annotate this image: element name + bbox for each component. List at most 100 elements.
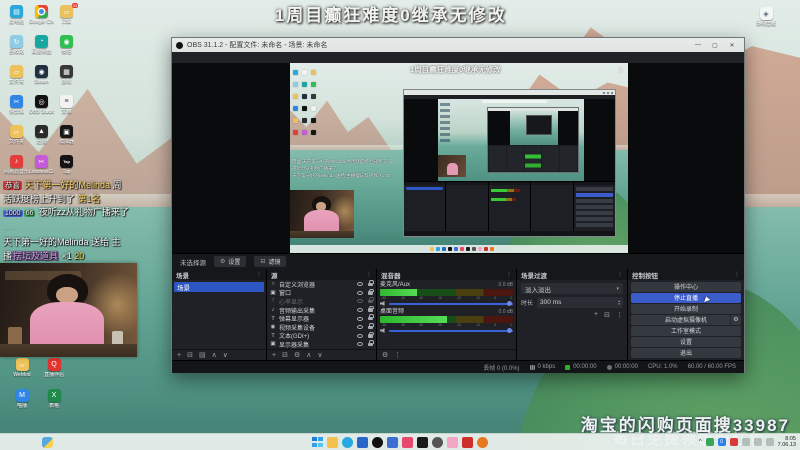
tray-volume-icon[interactable]: [753, 438, 762, 446]
add-transition-icon[interactable]: +: [594, 311, 598, 319]
desktop-icon[interactable]: ✂ 快剪辑: [4, 95, 29, 125]
maximize-button[interactable]: ▢: [707, 39, 723, 51]
desktop-icon-wallpaper-app[interactable]: ◈ 薄荷壁纸: [756, 7, 776, 27]
remove-source-icon[interactable]: ⊟: [282, 351, 288, 359]
desktop-icon[interactable]: ▣ 模拟器: [54, 125, 79, 155]
source-settings-button[interactable]: ⚙ 设置: [214, 256, 247, 267]
lock-icon[interactable]: [368, 323, 374, 330]
lock-icon[interactable]: [368, 306, 374, 312]
clock[interactable]: 8:05 7.06.13: [778, 436, 796, 448]
scene-list-item[interactable]: 场景: [174, 282, 264, 292]
remove-scene-icon[interactable]: ⊟: [187, 351, 193, 359]
taskbar-app-icon[interactable]: [462, 436, 473, 448]
slider-handle[interactable]: [506, 328, 512, 333]
lock-icon[interactable]: [368, 340, 374, 347]
lock-icon[interactable]: [368, 280, 374, 287]
mixer-menu-icon[interactable]: ⋮: [394, 351, 401, 359]
widgets-icon[interactable]: [42, 436, 53, 448]
obs-titlebar[interactable]: OBS 31.1.2 - 配置文件: 未命名 - 场景: 未命名 — ▢ ✕: [172, 38, 744, 52]
source-row[interactable]: ▣ 显示器采集: [267, 340, 376, 349]
taskbar-app-icon[interactable]: [357, 436, 368, 448]
desktop-icon[interactable]: ▱ 文件夹: [4, 65, 29, 95]
source-properties-icon[interactable]: ⚙: [294, 351, 300, 359]
control-button[interactable]: 启动虚拟摄像机 ⚙: [631, 314, 741, 325]
move-down-icon[interactable]: ∨: [223, 351, 228, 359]
duration-spinner[interactable]: 300 ms ▴ ▾: [537, 297, 623, 308]
dock-menu-icon[interactable]: ⋮: [617, 271, 623, 278]
slider-handle[interactable]: [506, 301, 512, 306]
visibility-eye-icon[interactable]: [357, 290, 363, 295]
desktop-icon[interactable]: ↻ 回收站: [4, 35, 29, 65]
taskbar-app-icon[interactable]: [372, 436, 383, 448]
visibility-eye-icon[interactable]: [357, 325, 363, 330]
dock-menu-icon[interactable]: ⋮: [506, 271, 512, 278]
tray-green-icon[interactable]: [705, 438, 714, 446]
control-button[interactable]: 设置 ⚙: [631, 336, 741, 347]
move-up-icon[interactable]: ∧: [306, 351, 311, 359]
move-down-icon[interactable]: ∨: [317, 351, 322, 359]
move-up-icon[interactable]: ∧: [212, 351, 217, 359]
speaker-icon[interactable]: [380, 328, 385, 333]
desktop-icon[interactable]: ▦ 游戏: [54, 65, 79, 95]
taskbar-app-icon[interactable]: [417, 436, 428, 448]
taskbar-app-icon[interactable]: [312, 436, 323, 448]
visibility-eye-icon[interactable]: [357, 342, 363, 347]
desktop-icon[interactable]: Google Chrome: [29, 5, 54, 35]
desktop-icon[interactable]: X 表格: [38, 389, 70, 420]
tray-battery-icon[interactable]: [765, 438, 774, 446]
visibility-eye-icon[interactable]: [357, 299, 363, 304]
volume-slider[interactable]: [380, 327, 513, 334]
visibility-eye-icon[interactable]: [357, 316, 363, 321]
taskbar-app-icon[interactable]: [387, 436, 398, 448]
tray-expand-icon[interactable]: ^: [699, 439, 702, 445]
desktop-icon[interactable]: ▱ 33 CS2: [54, 3, 79, 35]
control-button[interactable]: 工作室模式 ⚙: [631, 325, 741, 336]
tray-red-icon[interactable]: [729, 438, 738, 446]
control-button[interactable]: 操作中心 ⚙: [631, 282, 741, 292]
control-button[interactable]: 开始录制 ⚙: [631, 303, 741, 314]
spinner-arrows[interactable]: ▴ ▾: [618, 299, 620, 306]
source-row[interactable]: ◉ 视频采集设备: [267, 323, 376, 332]
lock-icon[interactable]: [368, 331, 374, 338]
source-row[interactable]: ▣ 窗口: [267, 288, 376, 297]
taskbar-app-icon[interactable]: [447, 436, 458, 448]
source-row[interactable]: T 心率显示: [267, 297, 376, 306]
visibility-eye-icon[interactable]: [357, 333, 363, 338]
taskbar-app-icon[interactable]: [402, 436, 413, 448]
dock-menu-icon[interactable]: ⋮: [734, 271, 740, 278]
desktop-icon[interactable]: ▲ 迅雷: [29, 125, 54, 155]
transition-menu-icon[interactable]: ⋮: [616, 311, 623, 319]
lock-icon[interactable]: [368, 314, 374, 321]
lock-icon[interactable]: [368, 297, 374, 304]
source-row[interactable]: ♪ 音频输出采集: [267, 306, 376, 315]
tray-network-icon[interactable]: [741, 438, 750, 446]
dock-menu-icon[interactable]: ⋮: [256, 271, 262, 278]
desktop-icon[interactable]: ◉ Steam: [29, 65, 54, 95]
desktop-icon[interactable]: ◔ 百度网盘: [29, 35, 54, 65]
gear-icon[interactable]: ⚙: [730, 314, 741, 325]
desktop-icon[interactable]: Q 直播伴侣: [38, 358, 70, 389]
visibility-eye-icon[interactable]: [357, 308, 363, 313]
transition-select[interactable]: 淡入淡出 ▾: [521, 283, 623, 294]
control-button[interactable]: 退出 ⚙: [631, 347, 741, 358]
minimize-button[interactable]: —: [690, 39, 706, 51]
control-button[interactable]: 停止直播 ⚙: [631, 292, 741, 304]
taskbar-app-icon[interactable]: [477, 436, 488, 448]
desktop-icon[interactable]: ▱ 文件夹: [4, 125, 29, 155]
desktop-icon[interactable]: ≡ 文档: [54, 95, 79, 125]
scene-filters-icon[interactable]: ▤: [199, 351, 206, 359]
source-filters-button[interactable]: ⊟ 滤镜: [254, 256, 287, 267]
dock-menu-icon[interactable]: ⋮: [366, 271, 372, 278]
desktop-icon[interactable]: ◉ 微信: [54, 35, 79, 65]
desktop-icon[interactable]: ◎ OBS Studio: [29, 95, 54, 125]
lock-icon[interactable]: [368, 288, 374, 295]
visibility-eye-icon[interactable]: [357, 282, 363, 287]
desktop-icon[interactable]: ▤ 此电脑: [4, 5, 29, 35]
speaker-icon[interactable]: [380, 301, 385, 306]
source-row[interactable]: T 弹幕显示器: [267, 314, 376, 323]
taskbar-app-icon[interactable]: [327, 436, 338, 448]
taskbar-app-icon[interactable]: [432, 436, 443, 448]
close-button[interactable]: ✕: [724, 39, 740, 51]
tray-blue-icon[interactable]: 0: [717, 438, 726, 446]
volume-slider[interactable]: [380, 300, 513, 307]
